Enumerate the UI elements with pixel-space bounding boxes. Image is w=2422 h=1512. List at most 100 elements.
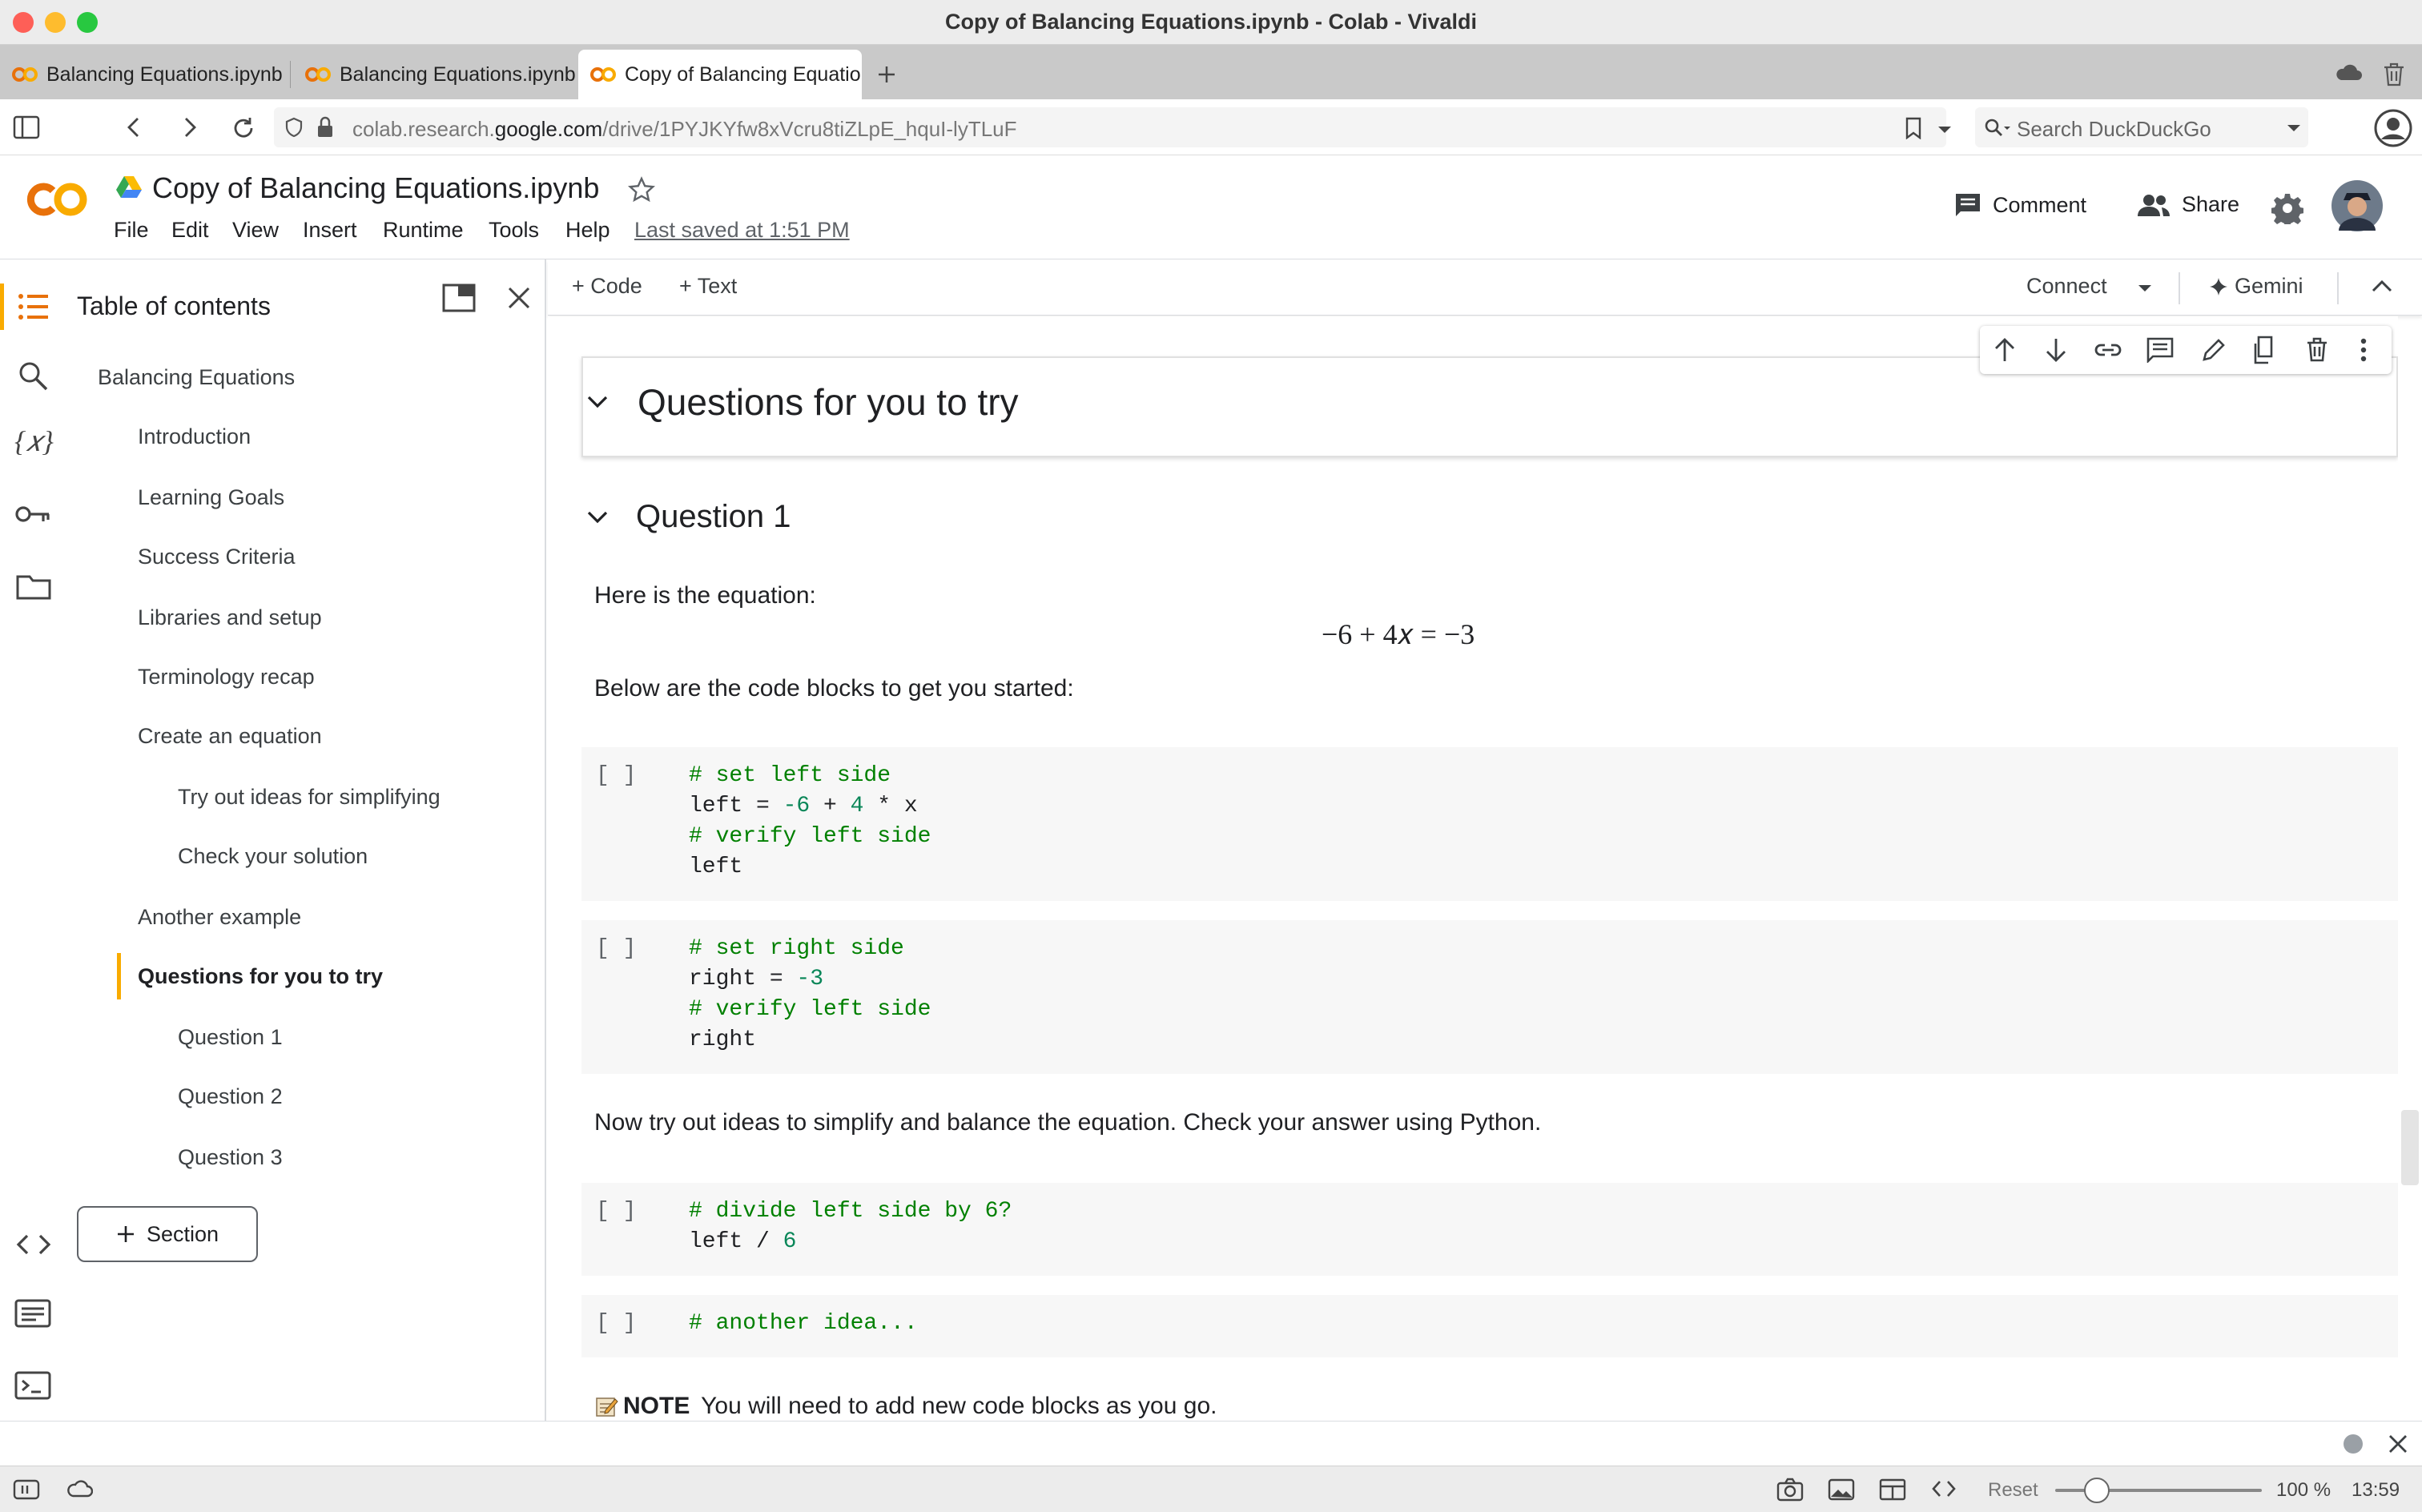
run-cell-button[interactable]: [ ] [596,1199,636,1224]
tab-label: Balancing Equations.ipynb [340,62,576,86]
images-icon[interactable] [1828,1478,1855,1502]
toc-item-question-3[interactable]: Question 3 [178,1145,283,1170]
toc-item-create-an-equation[interactable]: Create an equation [138,724,322,749]
back-arrow-icon[interactable] [122,115,146,139]
browser-tab-3-active[interactable]: Copy of Balancing Equatio [578,50,862,99]
toc-item-question-1[interactable]: Question 1 [178,1025,283,1050]
variables-icon[interactable]: {𝑥} [14,424,54,459]
connect-button[interactable]: Connect [2026,274,2107,299]
url-field[interactable]: colab.research.google.com/drive/1PYJKYfw… [274,107,1946,147]
toc-item-terminology-recap[interactable]: Terminology recap [138,665,315,690]
toc-item-balancing-equations[interactable]: Balancing Equations [98,365,295,390]
gemini-button[interactable]: Gemini [2209,274,2303,299]
star-icon[interactable] [628,176,655,203]
move-cell-down-icon[interactable] [2044,337,2068,363]
mirror-cell-icon[interactable] [2252,336,2278,364]
page-tiling-icon[interactable] [1879,1478,1906,1502]
forward-arrow-icon[interactable] [178,115,202,139]
code-cell-4[interactable]: [ ] # another idea... [581,1295,2398,1357]
collapse-header-chevron-icon[interactable] [2371,279,2393,293]
trash-icon[interactable] [2382,61,2406,86]
panel-toggle-icon[interactable] [13,1479,40,1500]
cloud-icon[interactable] [66,1479,93,1498]
table-of-contents-icon[interactable] [18,293,50,320]
shield-icon[interactable] [284,117,304,138]
share-button[interactable]: Share [2137,192,2239,217]
browser-address-bar: colab.research.google.com/drive/1PYJKYfw… [0,99,2422,155]
code-cell-2[interactable]: [ ] # set right side right = -3 # verify… [581,920,2398,1074]
menu-file[interactable]: File [114,218,149,243]
share-label: Share [2182,192,2240,216]
toc-item-success-criteria[interactable]: Success Criteria [138,545,296,569]
open-in-tab-icon[interactable] [442,284,476,312]
run-cell-button[interactable]: [ ] [596,763,636,788]
add-section-button[interactable]: Section [77,1206,258,1262]
link-icon[interactable] [2094,339,2122,361]
toc-item-questions-for-you[interactable]: Questions for you to try [138,964,383,989]
files-folder-icon[interactable] [16,573,51,601]
connect-dropdown-icon[interactable] [2137,284,2153,293]
move-cell-up-icon[interactable] [1993,337,2017,363]
collapse-question1-chevron-icon[interactable] [586,510,609,525]
new-tab-plus-icon[interactable] [875,62,899,86]
run-cell-button[interactable]: [ ] [596,936,636,961]
search-engine-dropdown-icon[interactable] [2286,123,2302,133]
menu-view[interactable]: View [232,218,279,243]
close-bottom-bar-icon[interactable] [2387,1433,2409,1455]
reload-icon[interactable] [231,115,256,141]
add-text-cell-button[interactable]: + Text [679,274,737,299]
delete-cell-icon[interactable] [2305,336,2329,363]
toc-item-question-2[interactable]: Question 2 [178,1084,283,1109]
zoom-slider-thumb[interactable] [2083,1478,2110,1503]
menu-help[interactable]: Help [565,218,610,243]
run-cell-button[interactable]: [ ] [596,1311,636,1336]
toc-item-libraries-and-setup[interactable]: Libraries and setup [138,605,322,630]
last-saved-link[interactable]: Last saved at 1:51 PM [634,218,850,243]
bookmark-icon[interactable] [1905,117,1922,139]
panel-toggle-icon[interactable] [13,115,40,139]
comment-button[interactable]: Comment [1954,192,2086,218]
toc-item-check-your-solution[interactable]: Check your solution [178,844,368,869]
notebook-scrollbar-thumb[interactable] [2401,1110,2419,1185]
tab-strip: Balancing Equations.ipynb Balancing Equa… [0,45,2422,99]
code-cell-3[interactable]: [ ] # divide left side by 6? left / 6 [581,1183,2398,1276]
page-actions-code-icon[interactable] [1932,1479,1956,1498]
toc-item-learning-goals[interactable]: Learning Goals [138,485,284,510]
google-drive-icon[interactable] [115,175,143,199]
add-comment-icon[interactable] [2146,337,2174,363]
settings-gear-icon[interactable] [2271,192,2303,224]
profile-icon[interactable] [2374,109,2412,147]
zoom-reset-button[interactable]: Reset [1988,1479,2038,1502]
toc-active-indicator [117,953,121,999]
heading-questions-for-you: Questions for you to try [638,381,1019,423]
code-snippets-icon[interactable] [16,1233,51,1256]
command-palette-icon[interactable] [14,1299,51,1328]
search-field[interactable]: Search DuckDuckGo [1975,107,2308,147]
more-options-icon[interactable] [2360,337,2368,363]
collapse-section-chevron-icon[interactable] [586,395,609,409]
add-code-cell-button[interactable]: + Code [572,274,642,299]
code-cell-1[interactable]: [ ] # set left side left = -6 + 4 * x # … [581,747,2398,901]
tab-separator [290,61,291,88]
capture-camera-icon[interactable] [1776,1478,1804,1502]
browser-tab-2[interactable]: Balancing Equations.ipynb [293,50,577,99]
toc-item-introduction[interactable]: Introduction [138,424,251,449]
notebook-title[interactable]: Copy of Balancing Equations.ipynb [152,171,599,205]
menu-runtime[interactable]: Runtime [383,218,464,243]
url-dropdown-icon[interactable] [1937,125,1953,135]
browser-tab-1[interactable]: Balancing Equations.ipynb [0,50,285,99]
colab-logo-icon[interactable] [22,179,91,219]
toc-item-try-out-ideas[interactable]: Try out ideas for simplifying [178,785,441,810]
secrets-key-icon[interactable] [14,503,51,525]
user-avatar[interactable] [2331,179,2384,232]
search-icon[interactable] [18,360,50,392]
cloud-sync-icon[interactable] [2334,62,2363,83]
toc-item-another-example[interactable]: Another example [138,905,301,930]
try-ideas-text: Now try out ideas to simplify and balanc… [594,1109,1542,1136]
edit-pencil-icon[interactable] [2201,337,2227,363]
close-panel-icon[interactable] [506,285,532,311]
terminal-icon[interactable] [14,1371,51,1400]
menu-tools[interactable]: Tools [489,218,539,243]
menu-edit[interactable]: Edit [171,218,209,243]
menu-insert[interactable]: Insert [303,218,357,243]
